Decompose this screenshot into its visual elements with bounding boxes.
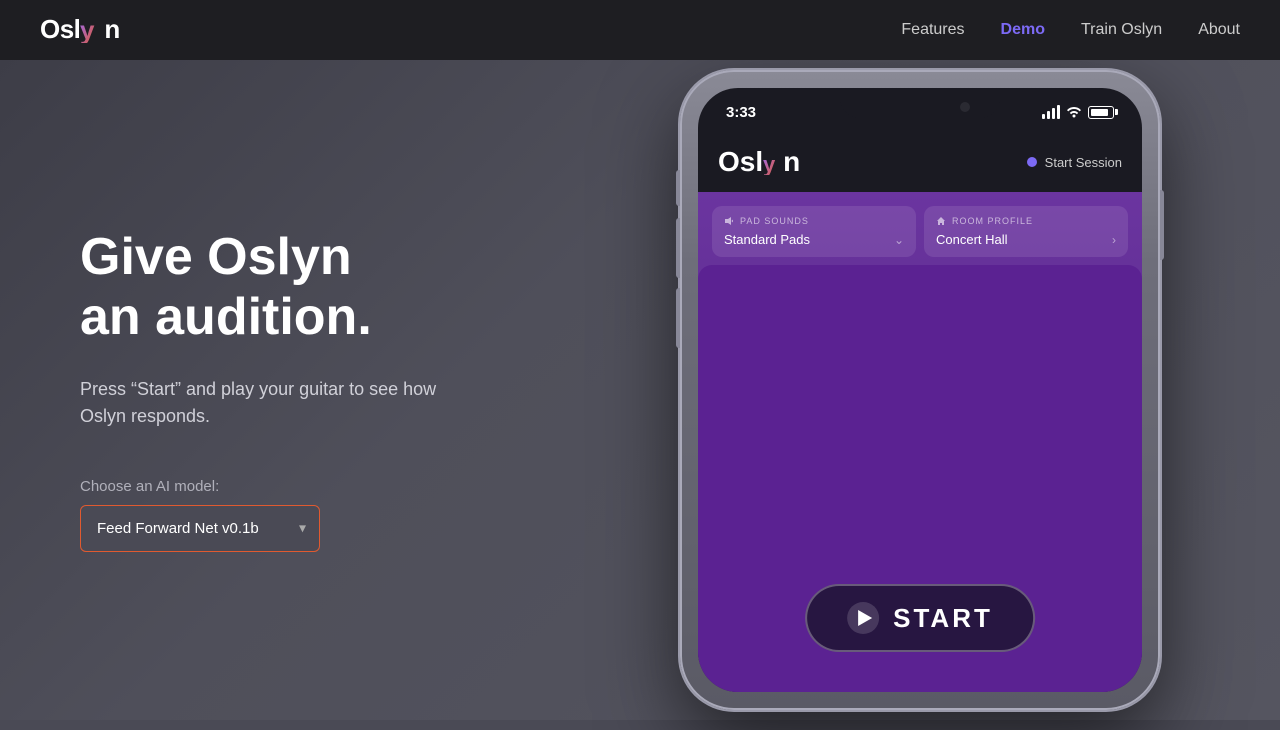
app-content: PAD SOUNDS Standard Pads ⌄ [698,192,1142,692]
start-label: START [893,603,993,634]
subtext: Press “Start” and play your guitar to se… [80,376,480,430]
start-session-button[interactable]: Start Session [1027,155,1122,170]
power-button [1160,190,1164,260]
signal-bars-icon [1042,105,1060,119]
model-select[interactable]: Feed Forward Net v0.1b Recurrent Net v0.… [80,505,320,552]
phone-screen: 3:33 [698,88,1142,692]
status-icons [1042,100,1114,121]
status-time: 3:33 [726,100,756,121]
nav-train[interactable]: Train Oslyn [1081,21,1162,39]
phone-mockup: 3:33 [675,70,1165,730]
battery-icon [1088,106,1114,119]
visualizer-area: START [698,265,1142,692]
logo-n-icon: y [80,15,104,43]
nav-links: Features Demo Train Oslyn About [901,21,1240,39]
home-icon [936,216,946,226]
app-header: Oslyn Start Session [698,132,1142,192]
nav-demo[interactable]: Demo [1001,21,1045,39]
session-dot-icon [1027,157,1037,167]
wifi-icon [1066,104,1082,121]
volume-down-button [676,288,680,348]
room-profile-value: Concert Hall [936,232,1008,247]
room-profile-card[interactable]: ROOM PROFILE Concert Hall › [924,206,1128,257]
volume-up-button [676,218,680,278]
pad-sounds-chevron-icon: ⌄ [894,233,904,247]
nav-about[interactable]: About [1198,21,1240,39]
navbar: Oslyn Features Demo Train Oslyn About [0,0,1280,60]
model-label: Choose an AI model: [80,478,480,495]
headline: Give Oslyn an audition. [80,228,480,348]
logo-text: Oslyn [40,14,120,47]
phone-notch [840,88,1000,118]
nav-features[interactable]: Features [901,21,964,39]
play-icon [847,602,879,634]
speaker-icon [724,216,734,226]
pad-sounds-card[interactable]: PAD SOUNDS Standard Pads ⌄ [712,206,916,257]
start-session-label: Start Session [1045,155,1122,170]
right-panel: 3:33 [560,50,1280,730]
left-panel: Give Oslyn an audition. Press “Start” an… [0,168,560,612]
svg-text:y: y [80,15,95,43]
play-triangle-icon [858,610,872,626]
start-button[interactable]: START [805,584,1035,652]
pad-sounds-label: PAD SOUNDS [740,216,809,226]
app-logo: Oslyn [718,146,800,178]
phone-frame: 3:33 [680,70,1160,710]
controls-row: PAD SOUNDS Standard Pads ⌄ [698,192,1142,265]
logo: Oslyn [40,14,120,47]
model-select-wrapper: Feed Forward Net v0.1b Recurrent Net v0.… [80,505,320,552]
room-profile-chevron-icon: › [1112,233,1116,247]
main-content: Give Oslyn an audition. Press “Start” an… [0,60,1280,720]
room-profile-label: ROOM PROFILE [952,216,1033,226]
pad-sounds-value: Standard Pads [724,232,810,247]
svg-text:y: y [763,152,776,175]
start-button-container: START [805,584,1035,652]
mute-button [676,170,680,206]
